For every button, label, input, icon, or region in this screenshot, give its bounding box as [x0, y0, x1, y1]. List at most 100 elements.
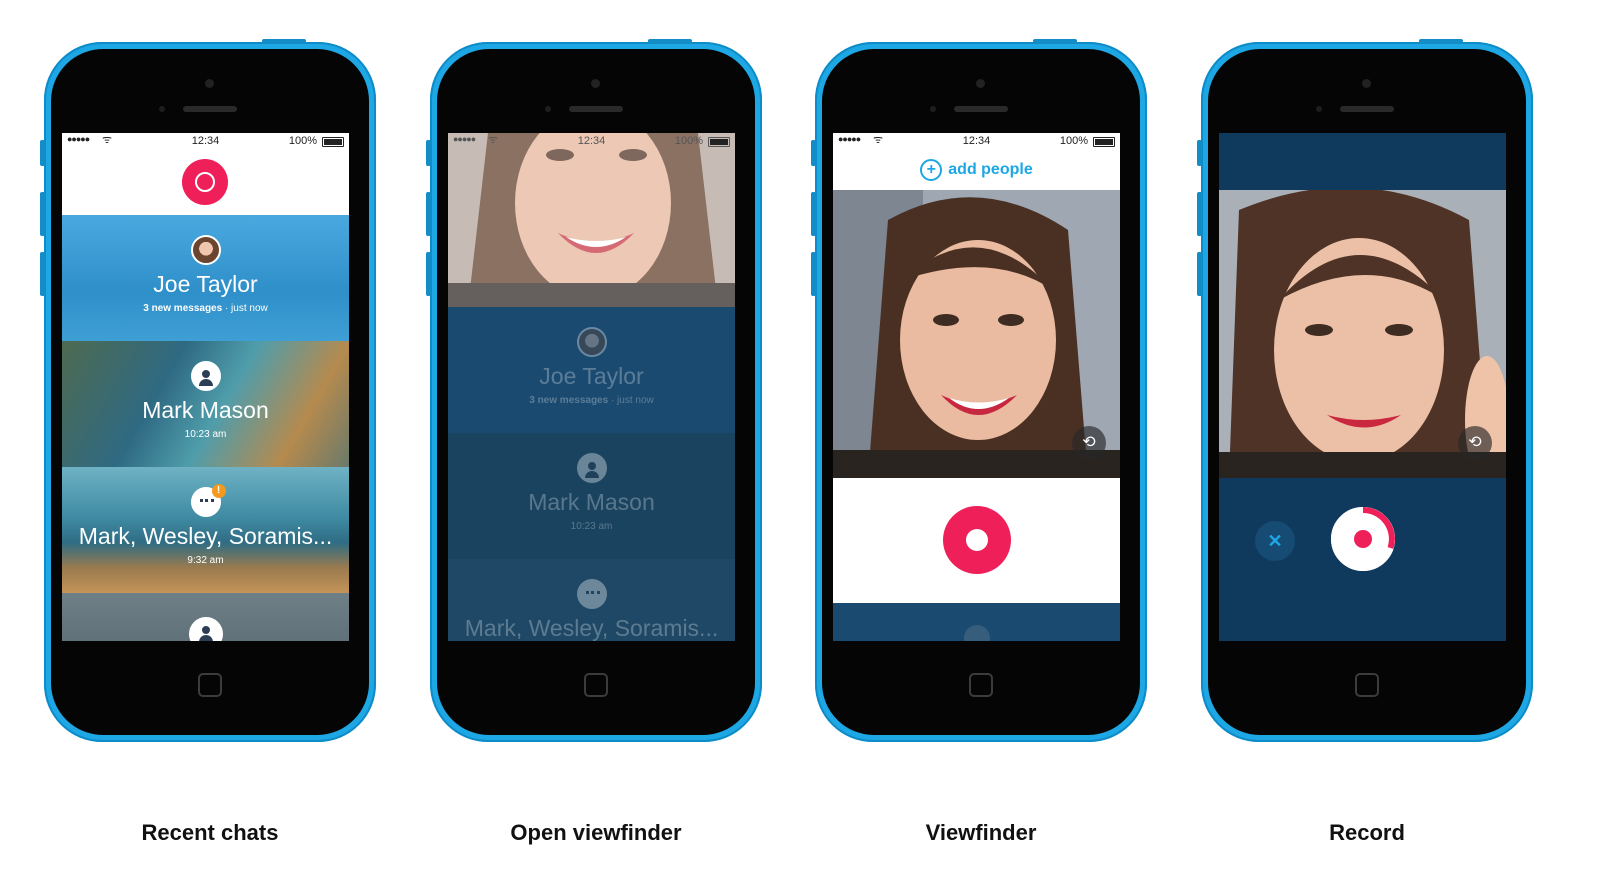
person-icon	[584, 462, 599, 478]
add-people-button[interactable]: + add people	[833, 159, 1120, 181]
home-button[interactable]	[584, 673, 608, 697]
home-button[interactable]	[1355, 673, 1379, 697]
chat-detail: 10:23 am	[570, 521, 613, 532]
battery-percent: 100%	[674, 135, 703, 147]
avatar	[576, 327, 607, 357]
flip-camera-icon[interactable]: ⟲	[1072, 426, 1106, 460]
volume-up-button	[426, 192, 431, 236]
avatar	[190, 235, 221, 265]
mute-switch	[1197, 140, 1202, 166]
volume-up-button	[40, 192, 45, 236]
front-camera	[591, 79, 600, 88]
avatar: !	[190, 484, 226, 517]
screen-open-viewfinder: ●●●●● ᯤ 12:34 100% Joe Taylor 3 new mess…	[448, 133, 735, 641]
battery-icon	[708, 137, 730, 147]
home-button[interactable]	[198, 673, 222, 697]
preview-fade-overlay	[448, 133, 735, 307]
phone-open-viewfinder: ●●●●● ᯤ 12:34 100% Joe Taylor 3 new mess…	[426, 39, 762, 845]
chat-item-mark-mason[interactable]: Mark Mason 10:23 am	[448, 433, 735, 559]
avatar	[188, 617, 223, 641]
chat-name: Mark Mason	[528, 489, 655, 515]
cancel-button[interactable]: ✕	[1255, 521, 1295, 561]
earpiece-speaker	[569, 106, 623, 112]
phone-viewfinder: ●●●●● ᯤ 12:34 100% + add people ⟲ Viewfi…	[811, 39, 1147, 845]
chat-name: Mark, Wesley, Soramis...	[464, 615, 719, 641]
mute-switch	[426, 140, 431, 166]
proximity-sensor	[1316, 106, 1322, 112]
power-button	[1033, 39, 1077, 44]
recording-button[interactable]	[1331, 507, 1395, 571]
volume-down-button	[40, 252, 45, 296]
phone-recent-chats: ●●●●● ᯤ 12:34 100% Joe Taylor 3 new mess…	[40, 39, 376, 845]
mute-switch	[40, 140, 45, 166]
volume-down-button	[1197, 252, 1202, 296]
group-alert-badge: !	[211, 484, 226, 498]
caption-viewfinder: Viewfinder	[925, 820, 1037, 845]
chat-name: Mark, Wesley, Soramis...	[78, 523, 333, 549]
group-icon	[585, 591, 600, 600]
avatar	[576, 579, 607, 609]
camera-preview: ⟲	[1219, 190, 1506, 478]
chat-detail: 3 new messages · just now	[143, 303, 268, 314]
chat-item-joe-taylor[interactable]: Joe Taylor 3 new messages · just now	[448, 307, 735, 433]
earpiece-speaker	[183, 106, 237, 112]
chat-item-joe-taylor[interactable]: Joe Taylor 3 new messages · just now	[62, 215, 349, 341]
status-bar: ●●●●● ᯤ 12:34 100%	[833, 133, 1120, 149]
power-button	[648, 39, 692, 44]
mute-switch	[811, 140, 816, 166]
volume-down-button	[426, 252, 431, 296]
avatar	[963, 625, 990, 641]
chat-item-group[interactable]: ! Mark, Wesley, Soramis... 9:32 am	[62, 467, 349, 593]
proximity-sensor	[545, 106, 551, 112]
add-people-label: add people	[948, 161, 1033, 178]
capture-panel	[833, 478, 1120, 603]
chat-item-partial[interactable]	[62, 593, 349, 641]
front-camera	[976, 79, 985, 88]
record-button[interactable]	[943, 506, 1011, 574]
battery-percent: 100%	[288, 135, 317, 147]
proximity-sensor	[930, 106, 936, 112]
chat-name: Joe Taylor	[153, 271, 258, 297]
chat-name: Mark Mason	[142, 397, 269, 423]
screen-viewfinder: ●●●●● ᯤ 12:34 100% + add people ⟲	[833, 133, 1120, 641]
recording-dot-icon	[1354, 530, 1372, 548]
proximity-sensor	[159, 106, 165, 112]
chat-item-group[interactable]: Mark, Wesley, Soramis...	[448, 559, 735, 641]
status-bar: ●●●●● ᯤ 12:34 100%	[448, 133, 735, 149]
chat-detail: 9:32 am	[187, 555, 224, 566]
status-bar: ●●●●● ᯤ 12:34 100%	[62, 133, 349, 149]
front-camera	[1362, 79, 1371, 88]
viewfinder-preview	[448, 133, 735, 307]
volume-down-button	[811, 252, 816, 296]
flip-camera-icon[interactable]: ⟲	[1458, 426, 1492, 460]
caption-record: Record	[1329, 820, 1405, 845]
battery-icon	[322, 137, 344, 147]
group-icon	[199, 499, 214, 508]
battery-percent: 100%	[1059, 135, 1088, 147]
volume-up-button	[811, 192, 816, 236]
battery-icon	[1093, 137, 1115, 147]
chat-item-mark-mason[interactable]: Mark Mason 10:23 am	[62, 341, 349, 467]
earpiece-speaker	[1340, 106, 1394, 112]
earpiece-speaker	[954, 106, 1008, 112]
person-icon	[198, 626, 213, 641]
power-button	[1419, 39, 1463, 44]
phone-record: ⟲ ✕ Record	[1197, 39, 1533, 845]
chat-list-peek	[833, 603, 1120, 641]
caption-open-viewfinder: Open viewfinder	[510, 820, 682, 845]
avatar	[576, 453, 607, 483]
screen-record: ⟲ ✕	[1219, 133, 1506, 641]
camera-ring-icon	[195, 172, 215, 192]
caption-recent-chats: Recent chats	[141, 820, 279, 845]
camera-button[interactable]	[182, 159, 228, 205]
camera-preview: ⟲	[833, 190, 1120, 478]
home-button[interactable]	[969, 673, 993, 697]
screen-recent-chats: ●●●●● ᯤ 12:34 100% Joe Taylor 3 new mess…	[62, 133, 349, 641]
close-icon: ✕	[1267, 531, 1283, 551]
person-icon	[198, 370, 213, 386]
chat-name: Joe Taylor	[539, 363, 644, 389]
power-button	[262, 39, 306, 44]
front-camera	[205, 79, 214, 88]
chat-detail: 10:23 am	[184, 429, 227, 440]
volume-up-button	[1197, 192, 1202, 236]
